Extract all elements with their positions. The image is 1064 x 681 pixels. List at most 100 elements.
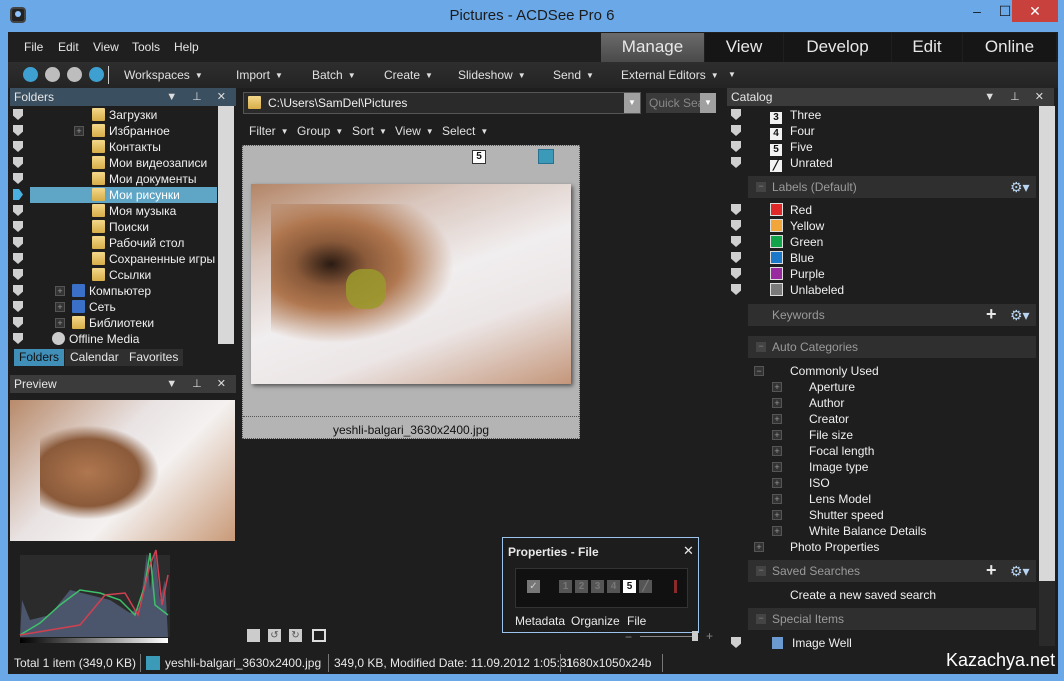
view-menu[interactable]: View ▼ (395, 124, 434, 138)
keywords-section-header[interactable]: Keywords + ⚙▾ (748, 304, 1036, 326)
forward-icon[interactable] (67, 67, 82, 82)
expand-icon[interactable]: + (74, 126, 84, 136)
tagged-checkbox[interactable]: ✓ (527, 580, 540, 593)
catalog-scrollbar[interactable] (1039, 106, 1055, 646)
folder-item[interactable]: Загрузки (92, 107, 157, 123)
tab-calendar[interactable]: Calendar (65, 349, 124, 366)
saved-searches-section-header[interactable]: − Saved Searches + ⚙▾ (748, 560, 1036, 582)
folder-item[interactable]: Компьютер (72, 283, 151, 299)
menu-view[interactable]: View (93, 40, 119, 54)
expand-icon[interactable]: + (754, 542, 764, 552)
expand-icon[interactable]: + (772, 478, 782, 488)
collapse-icon[interactable]: − (756, 182, 766, 192)
folder-item[interactable]: Сеть (72, 299, 116, 315)
mode-tab-view[interactable]: View (705, 33, 783, 62)
rating-3[interactable]: 3 (591, 580, 604, 593)
menu-help[interactable]: Help (174, 40, 199, 54)
expand-icon[interactable]: + (772, 446, 782, 456)
expand-icon[interactable]: + (772, 494, 782, 504)
folders-scrollbar[interactable] (218, 106, 234, 344)
rating-item[interactable]: 3 Three (770, 107, 821, 124)
menu-edit[interactable]: Edit (58, 40, 79, 54)
folder-item[interactable]: Поиски (92, 219, 149, 235)
photo-properties-item[interactable]: Photo Properties (790, 539, 879, 555)
rating-2[interactable]: 2 (575, 580, 588, 593)
filter-menu[interactable]: Filter ▼ (249, 124, 289, 138)
folder-item[interactable]: Мои видеозаписи (92, 155, 207, 171)
mode-tab-develop[interactable]: Develop (784, 33, 891, 62)
import-menu[interactable]: Import ▼ (236, 68, 283, 82)
zoom-slider-handle[interactable] (692, 631, 698, 641)
auto-category-item[interactable]: Creator (809, 411, 849, 427)
collapse-icon[interactable]: − (754, 366, 764, 376)
rotate-right-icon[interactable]: ↻ (289, 629, 302, 642)
rating-4[interactable]: 4 (607, 580, 620, 593)
collapse-icon[interactable]: − (756, 614, 766, 624)
sort-menu[interactable]: Sort ▼ (352, 124, 387, 138)
create-saved-search-link[interactable]: Create a new saved search (790, 587, 936, 603)
up-icon[interactable] (89, 67, 104, 82)
add-icon[interactable]: + (986, 303, 997, 325)
folder-item[interactable]: Сохраненные игры (92, 251, 215, 267)
quick-search-dropdown-icon[interactable]: ▼ (700, 93, 716, 113)
auto-category-item[interactable]: File size (809, 427, 853, 443)
folder-item[interactable]: Мои документы (92, 171, 196, 187)
batch-menu[interactable]: Batch ▼ (312, 68, 356, 82)
rating-item[interactable]: ╱ Unrated (770, 155, 833, 172)
gear-icon[interactable]: ⚙▾ (1010, 176, 1030, 198)
expand-icon[interactable]: + (772, 398, 782, 408)
auto-category-item[interactable]: Aperture (809, 379, 855, 395)
auto-category-item[interactable]: ISO (809, 475, 830, 491)
tab-file[interactable]: File (627, 614, 646, 628)
auto-category-item[interactable]: Image type (809, 459, 868, 475)
back-icon[interactable] (45, 67, 60, 82)
expand-icon[interactable]: + (772, 430, 782, 440)
auto-category-item[interactable]: Author (809, 395, 844, 411)
toolbar-overflow-icon[interactable]: ▼ (728, 70, 736, 79)
path-dropdown-icon[interactable]: ▼ (624, 93, 640, 113)
folder-item[interactable]: Ссылки (92, 267, 151, 283)
menu-tools[interactable]: Tools (132, 40, 160, 54)
folder-item[interactable]: Библиотеки (72, 315, 154, 331)
label-item[interactable]: Blue (770, 250, 814, 266)
label-item[interactable]: Yellow (770, 218, 824, 234)
expand-icon[interactable]: + (772, 382, 782, 392)
panel-controls[interactable]: ▼ ⊥ ✕ (984, 90, 1050, 103)
folder-item[interactable]: Контакты (92, 139, 161, 155)
expand-icon[interactable]: + (55, 318, 65, 328)
auto-category-item[interactable]: Shutter speed (809, 507, 884, 523)
workspaces-menu[interactable]: Workspaces ▼ (124, 68, 203, 82)
home-icon[interactable] (23, 67, 38, 82)
create-menu[interactable]: Create ▼ (384, 68, 433, 82)
path-bar[interactable]: C:\Users\SamDel\Pictures (243, 92, 641, 114)
rating-item[interactable]: 5 Five (770, 139, 813, 156)
folder-item[interactable]: Рабочий стол (92, 235, 184, 251)
add-icon[interactable]: + (986, 559, 997, 581)
panel-controls[interactable]: ▼ ⊥ ✕ (166, 90, 232, 103)
expand-icon[interactable]: + (55, 302, 65, 312)
auto-category-item[interactable]: White Balance Details (809, 523, 926, 539)
folder-item[interactable]: Offline Media (52, 331, 139, 347)
minimize-button[interactable]: – (962, 0, 992, 22)
slideshow-menu[interactable]: Slideshow ▼ (458, 68, 526, 82)
tab-folders[interactable]: Folders (14, 349, 65, 366)
mode-tab-edit[interactable]: Edit (892, 33, 962, 62)
collapse-icon[interactable]: − (756, 566, 766, 576)
auto-categories-section-header[interactable]: − Auto Categories (748, 336, 1036, 358)
rating-item[interactable]: 4 Four (770, 123, 815, 140)
color-label-indicator[interactable] (674, 580, 677, 593)
auto-category-item[interactable]: Focal length (809, 443, 874, 459)
zoom-slider[interactable] (640, 636, 696, 637)
send-menu[interactable]: Send ▼ (553, 68, 594, 82)
labels-section-header[interactable]: − Labels (Default) ⚙▾ (748, 176, 1036, 198)
folder-item[interactable]: Избранное (92, 123, 170, 139)
panel-controls[interactable]: ▼ ⊥ ✕ (166, 377, 232, 390)
expand-icon[interactable]: + (772, 414, 782, 424)
collapse-icon[interactable]: − (756, 342, 766, 352)
special-items-section-header[interactable]: − Special Items (748, 608, 1036, 630)
thumbnail-item[interactable]: 5 yeshli-balgari_3630x2400.jpg (242, 145, 580, 439)
mode-tab-online[interactable]: Online (963, 33, 1056, 62)
select-menu[interactable]: Select ▼ (442, 124, 488, 138)
expand-icon[interactable]: + (55, 286, 65, 296)
label-item[interactable]: Purple (770, 266, 825, 282)
